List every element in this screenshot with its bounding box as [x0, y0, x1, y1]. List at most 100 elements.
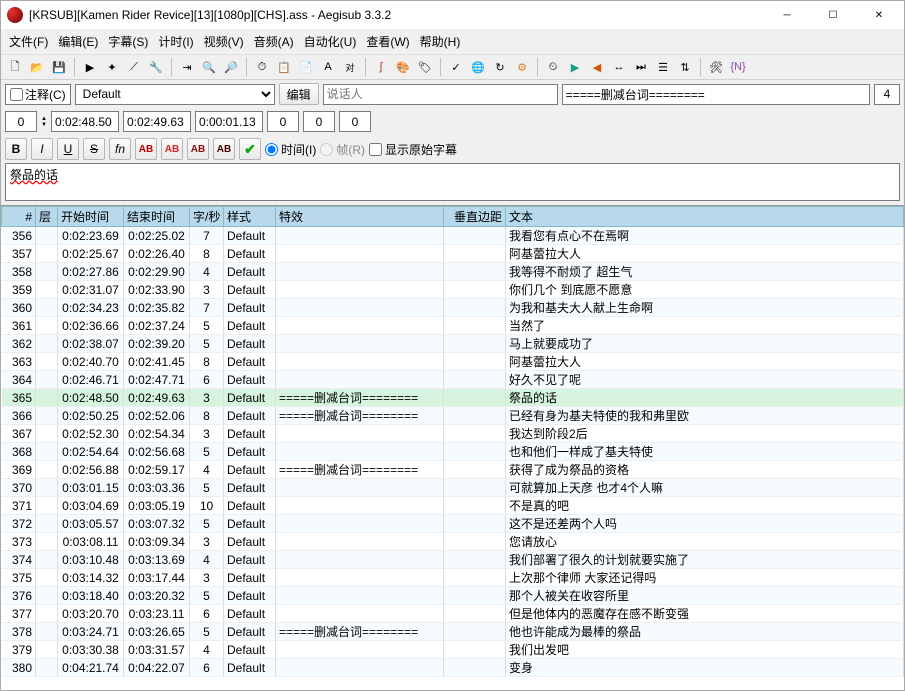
col-layer[interactable]: 层	[36, 207, 58, 227]
col-cps[interactable]: 字/秒	[190, 207, 224, 227]
open-icon[interactable]: 📂	[27, 57, 47, 77]
menu-subtitle[interactable]: 字幕(S)	[104, 31, 152, 52]
table-row[interactable]: 3690:02:56.880:02:59.174Default=====删减台词…	[2, 461, 904, 479]
table-row[interactable]: 3780:03:24.710:03:26.655Default=====删减台词…	[2, 623, 904, 641]
snap-end-icon[interactable]: ◀	[587, 57, 607, 77]
strike-button[interactable]: S	[83, 138, 105, 160]
layer-spinner[interactable]: ▲▼	[41, 116, 47, 128]
tag-icon[interactable]: 🏷	[415, 57, 435, 77]
table-row[interactable]: 3610:02:36.660:02:37.245Default当然了	[2, 317, 904, 335]
shadow-color-button[interactable]: AB	[213, 138, 235, 160]
attach-icon[interactable]: 📄	[296, 57, 316, 77]
table-row[interactable]: 3620:02:38.070:02:39.205Default马上就要成功了	[2, 335, 904, 353]
outline-color-button[interactable]: AB	[187, 138, 209, 160]
video-close-icon[interactable]: ✦	[102, 57, 122, 77]
jump-icon[interactable]: ⇥	[177, 57, 197, 77]
col-start[interactable]: 开始时间	[58, 207, 124, 227]
start-time-input[interactable]	[51, 111, 119, 132]
col-end[interactable]: 结束时间	[124, 207, 190, 227]
table-row[interactable]: 3570:02:25.670:02:26.408Default阿基蕾拉大人	[2, 245, 904, 263]
font-button[interactable]: fn	[109, 138, 131, 160]
kanji-timer-icon[interactable]: ⏲	[543, 57, 563, 77]
subtitle-text-input[interactable]: 祭品的话	[5, 163, 900, 201]
col-num[interactable]: #	[2, 207, 36, 227]
audio-open-icon[interactable]: ⟋	[124, 57, 144, 77]
menu-view[interactable]: 查看(W)	[362, 31, 413, 52]
tpp-icon[interactable]: ⚙	[512, 57, 532, 77]
snap-scene-icon[interactable]: ↔	[609, 57, 629, 77]
primary-color-button[interactable]: AB	[135, 138, 157, 160]
table-row[interactable]: 3650:02:48.500:02:49.633Default=====删减台词…	[2, 389, 904, 407]
sort-icon[interactable]: ⇅	[675, 57, 695, 77]
menu-help[interactable]: 帮助(H)	[416, 31, 465, 52]
time-radio[interactable]: 时间(I)	[265, 141, 316, 158]
margin-l-input[interactable]	[267, 111, 299, 132]
table-row[interactable]: 3630:02:40.700:02:41.458Default阿基蕾拉大人	[2, 353, 904, 371]
font-icon[interactable]: A	[318, 57, 338, 77]
table-row[interactable]: 3560:02:23.690:02:25.027Default我看您有点心不在焉…	[2, 227, 904, 245]
shift-video-icon[interactable]: ⏭	[631, 57, 651, 77]
table-row[interactable]: 3600:02:34.230:02:35.827Default为我和基夫大人献上…	[2, 299, 904, 317]
secondary-color-button[interactable]: AB	[161, 138, 183, 160]
table-row[interactable]: 3740:03:10.480:03:13.694Default我们部署了很久的计…	[2, 551, 904, 569]
style-mgr-icon[interactable]: 📋	[274, 57, 294, 77]
table-row[interactable]: 3580:02:27.860:02:29.904Default我等得不耐烦了 超…	[2, 263, 904, 281]
options-icon[interactable]: 🛠	[706, 57, 726, 77]
auto-script-icon[interactable]: ʃ	[371, 57, 391, 77]
resample-icon[interactable]: ↻	[490, 57, 510, 77]
menu-timing[interactable]: 计时(I)	[154, 31, 197, 52]
new-icon[interactable]: 🗋	[5, 57, 25, 77]
zoom-out-icon[interactable]: 🔎	[221, 57, 241, 77]
save-icon[interactable]: 💾	[49, 57, 69, 77]
col-effect[interactable]: 特效	[276, 207, 444, 227]
shift-icon[interactable]: ⏱	[252, 57, 272, 77]
cycle-tags-icon[interactable]: {N}	[728, 57, 748, 77]
subtitle-grid[interactable]: # 层 开始时间 结束时间 字/秒 样式 特效 垂直边距 文本 3560:02:…	[1, 205, 904, 690]
close-button[interactable]: ✕	[856, 1, 902, 29]
zoom-in-icon[interactable]: 🔍	[199, 57, 219, 77]
table-row[interactable]: 3710:03:04.690:03:05.1910Default不是真的吧	[2, 497, 904, 515]
end-time-input[interactable]	[123, 111, 191, 132]
italic-button[interactable]: I	[31, 138, 53, 160]
table-row[interactable]: 3700:03:01.150:03:03.365Default可就算加上天彦 也…	[2, 479, 904, 497]
menu-audio[interactable]: 音频(A)	[250, 31, 298, 52]
grid-header[interactable]: # 层 开始时间 结束时间 字/秒 样式 特效 垂直边距 文本	[2, 207, 904, 227]
table-row[interactable]: 3770:03:20.700:03:23.116Default但是他体内的恶魔存…	[2, 605, 904, 623]
actor-input[interactable]	[323, 84, 558, 105]
pair-icon[interactable]: 对	[340, 57, 360, 77]
table-row[interactable]: 3800:04:21.740:04:22.076Default变身	[2, 659, 904, 677]
video-open-icon[interactable]: ▶	[80, 57, 100, 77]
table-row[interactable]: 3760:03:18.400:03:20.325Default那个人被关在收容所…	[2, 587, 904, 605]
frame-radio[interactable]: 帧(R)	[320, 141, 365, 158]
translate-icon[interactable]: 🌐	[468, 57, 488, 77]
layer-input[interactable]	[5, 111, 37, 132]
table-row[interactable]: 3720:03:05.570:03:07.325Default这不是还差两个人吗	[2, 515, 904, 533]
edit-style-button[interactable]: 编辑	[279, 83, 319, 105]
table-row[interactable]: 3670:02:52.300:02:54.343Default我达到阶段2后	[2, 425, 904, 443]
menu-video[interactable]: 视频(V)	[200, 31, 248, 52]
margin-r-input[interactable]	[303, 111, 335, 132]
table-row[interactable]: 3640:02:46.710:02:47.716Default好久不见了呢	[2, 371, 904, 389]
bold-button[interactable]: B	[5, 138, 27, 160]
commit-button[interactable]: ✔	[239, 138, 261, 160]
menu-file[interactable]: 文件(F)	[5, 31, 52, 52]
col-text[interactable]: 文本	[506, 207, 904, 227]
effect-input[interactable]	[562, 84, 870, 105]
col-style[interactable]: 样式	[224, 207, 276, 227]
show-original-check[interactable]: 显示原始字幕	[369, 141, 457, 158]
menu-edit[interactable]: 编辑(E)	[54, 31, 102, 52]
underline-button[interactable]: U	[57, 138, 79, 160]
table-row[interactable]: 3660:02:50.250:02:52.068Default=====删减台词…	[2, 407, 904, 425]
select-lines-icon[interactable]: ☰	[653, 57, 673, 77]
spellcheck-icon[interactable]: ✓	[446, 57, 466, 77]
duration-input[interactable]	[195, 111, 263, 132]
table-row[interactable]: 3790:03:30.380:03:31.574Default我们出发吧	[2, 641, 904, 659]
table-row[interactable]: 3730:03:08.110:03:09.343Default您请放心	[2, 533, 904, 551]
margin-v-input[interactable]	[339, 111, 371, 132]
snap-start-icon[interactable]: ▶	[565, 57, 585, 77]
assdraw-icon[interactable]: 🎨	[393, 57, 413, 77]
comment-checkbox[interactable]: 注释(C)	[5, 84, 71, 105]
menu-automation[interactable]: 自动化(U)	[300, 31, 361, 52]
maximize-button[interactable]: ☐	[810, 1, 856, 29]
table-row[interactable]: 3750:03:14.320:03:17.443Default上次那个律师 大家…	[2, 569, 904, 587]
